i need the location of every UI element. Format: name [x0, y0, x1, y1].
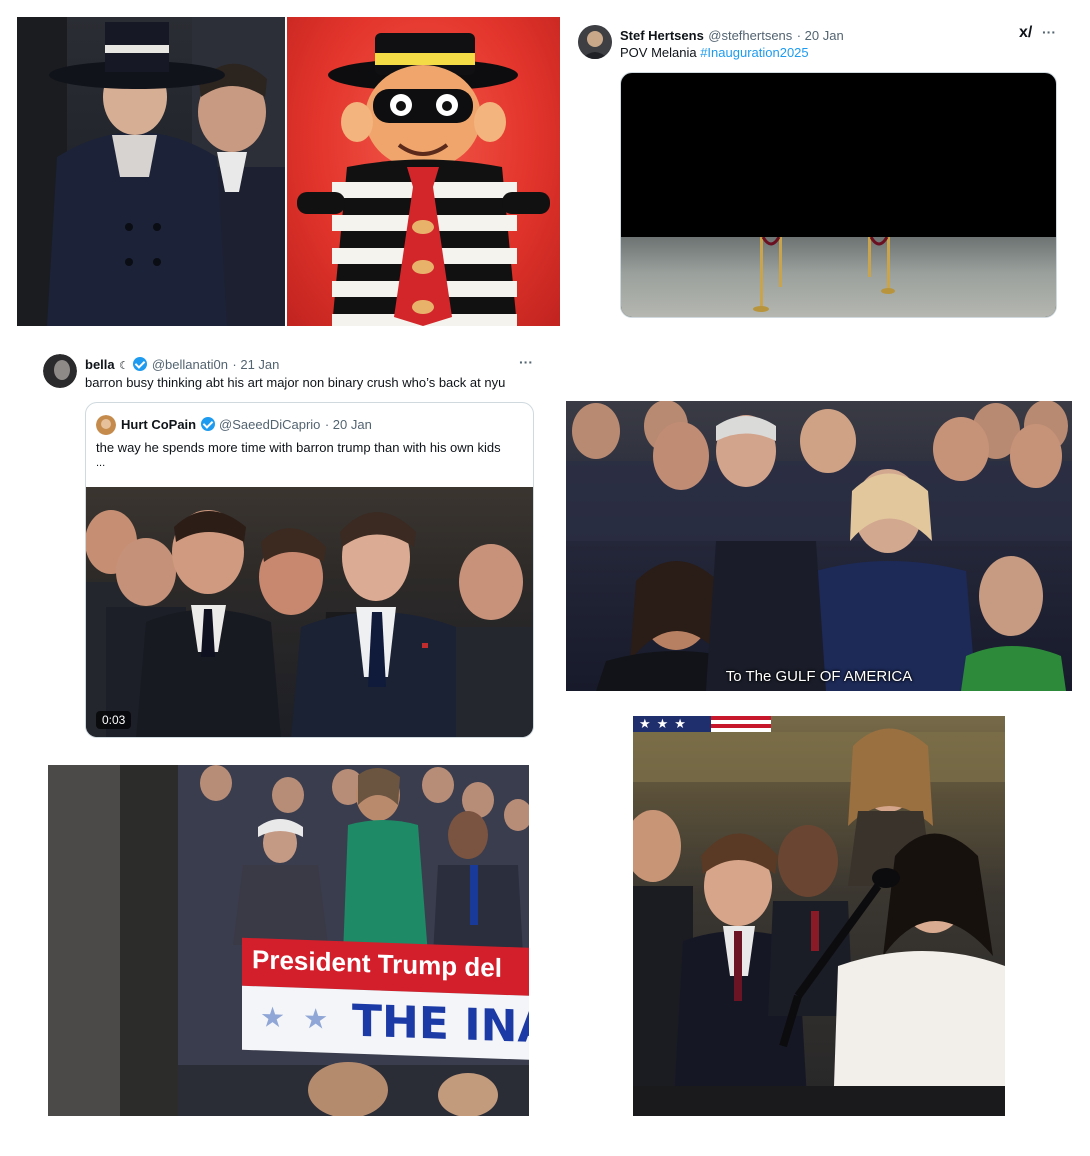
quote-header: Hurt CoPain @SaeedDiCaprio · 20 Jan — [121, 416, 372, 434]
flag-icon: ★★★ — [633, 716, 771, 732]
audience-illustration — [566, 401, 1072, 691]
author-name[interactable]: bella — [85, 357, 115, 372]
quote-author-handle[interactable]: @SaeedDiCaprio — [219, 417, 320, 432]
avatar[interactable] — [96, 415, 116, 435]
verified-badge-icon — [133, 357, 148, 371]
quote-text: the way he spends more time with barron … — [96, 440, 501, 455]
avatar-illustration — [43, 354, 77, 388]
stanchions-illustration — [753, 236, 895, 312]
more-options-icon[interactable]: ··· — [1042, 24, 1056, 40]
quote-text-ellipsis: ... — [96, 457, 106, 469]
avatar-illustration — [96, 415, 116, 435]
tweet-date[interactable]: · 21 Jan — [232, 357, 279, 372]
tweet-video[interactable] — [620, 72, 1057, 318]
author-handle[interactable]: @stefhertsens — [708, 28, 792, 43]
tweet-date[interactable]: · 20 Jan — [797, 28, 844, 43]
tweet-text: barron busy thinking abt his art major n… — [85, 375, 506, 390]
chyron-stars-icon: ★★ — [260, 1000, 347, 1037]
hallway-floor-image — [621, 236, 1056, 317]
quoted-tweet[interactable]: Hurt CoPain @SaeedDiCaprio · 20 Jan the … — [85, 402, 534, 738]
avatar[interactable] — [43, 354, 77, 388]
video-screenshot: To The GULF OF AMERICA — [566, 401, 1072, 691]
photo-woman-in-hat-illustration — [17, 17, 285, 326]
tweet-text-body: POV Melania — [620, 45, 701, 60]
verified-badge-icon — [200, 417, 215, 431]
avatar[interactable] — [578, 25, 612, 59]
crowd-illustration — [86, 510, 533, 737]
tweet-header: Stef Hertsens @stefhertsens · 20 Jan — [620, 27, 844, 45]
tweet-header: bella ☾ @bellanati0n · 21 Jan — [85, 356, 279, 374]
quote-video[interactable]: 0:03 — [86, 487, 533, 737]
quote-author-name[interactable]: Hurt CoPain — [121, 417, 196, 432]
more-options-icon[interactable]: ··· — [519, 354, 533, 370]
video-duration: 0:03 — [96, 711, 132, 729]
name-emoji: ☾ — [119, 360, 129, 372]
quote-date[interactable]: · 20 Jan — [325, 417, 372, 432]
guests-illustration — [633, 728, 1005, 1116]
tv-broadcast-photo: President Trump del ★★ THE INAUG — [48, 765, 529, 1116]
chyron-subheadline: ★★ THE INAUG — [242, 985, 529, 1061]
chyron-subheadline-text: THE INAUG — [352, 995, 529, 1057]
photo-woman-in-hat — [17, 17, 285, 326]
hashtag-link[interactable]: #Inauguration2025 — [700, 45, 808, 60]
news-chyron: President Trump del ★★ THE INAUG — [242, 937, 529, 1068]
author-name[interactable]: Stef Hertsens — [620, 28, 704, 43]
author-handle[interactable]: @bellanati0n — [152, 357, 228, 372]
video-caption: To The GULF OF AMERICA — [725, 668, 913, 685]
hamburglar-illustration — [297, 33, 550, 326]
photo-seated-guests: ★★★ — [633, 716, 1005, 1116]
photo-hamburglar-mascot — [287, 17, 560, 326]
avatar-illustration — [578, 25, 612, 59]
grok-icon[interactable]: x/ — [1019, 24, 1032, 42]
tweet-text: POV Melania #Inauguration2025 — [620, 44, 809, 62]
